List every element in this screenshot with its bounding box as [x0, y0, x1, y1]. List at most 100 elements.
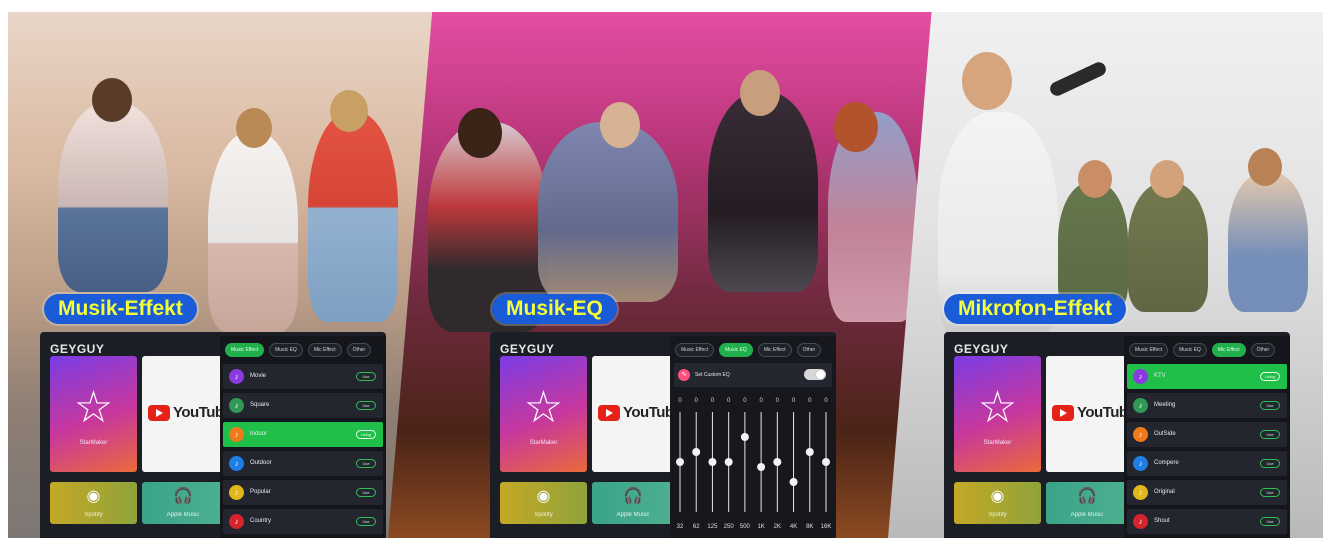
- use-button[interactable]: Use: [1260, 517, 1280, 526]
- list-item[interactable]: ♪ Popular Use: [223, 480, 383, 505]
- item-name: Country: [250, 518, 272, 524]
- list-item[interactable]: ♪ Square Use: [223, 393, 383, 418]
- tab-music-eq[interactable]: Music EQ: [269, 343, 303, 357]
- youtube-tile[interactable]: YouTube: [142, 356, 224, 472]
- spotify-tile[interactable]: ◉ Spotify: [954, 482, 1041, 524]
- tab-music-eq[interactable]: Music EQ: [1173, 343, 1207, 357]
- effect-tabs: Music Effect Music EQ Mic Effect Other: [220, 336, 386, 364]
- eq-slider-knob[interactable]: [789, 478, 798, 486]
- tab-other[interactable]: Other: [346, 343, 372, 357]
- apple-music-tile[interactable]: 🎧 Apple Music: [1046, 482, 1128, 524]
- eq-slider-knob[interactable]: [724, 458, 733, 466]
- starmaker-tile[interactable]: ☆ StarMaker: [500, 356, 587, 472]
- eq-slider-knob[interactable]: [773, 458, 782, 466]
- item-name: Meeting: [1154, 402, 1176, 408]
- use-button[interactable]: Use: [356, 488, 376, 497]
- use-button[interactable]: Use: [356, 459, 376, 468]
- music-note-icon: ♪: [1133, 398, 1148, 413]
- eq-band-value: 0: [695, 398, 699, 404]
- item-name: Movie: [250, 373, 267, 379]
- tab-music-eq[interactable]: Music EQ: [719, 343, 753, 357]
- use-button[interactable]: Use: [1260, 459, 1280, 468]
- panel-music-effect: Musik-Effekt GEYGUY ☆ StarMaker YouTube …: [8, 12, 438, 538]
- singer-head: [962, 52, 1012, 110]
- use-button[interactable]: Use: [356, 401, 376, 410]
- eq-slider-knob[interactable]: [740, 433, 749, 441]
- list-item[interactable]: ♪ Original Use: [1127, 480, 1287, 505]
- spotify-icon: ◉: [86, 488, 101, 505]
- effect-tabs: Music Effect Music EQ Mic Effect Other: [1124, 336, 1290, 364]
- eq-band-value: 0: [678, 398, 682, 404]
- star-icon: ☆: [73, 383, 114, 432]
- use-button[interactable]: Use: [1260, 430, 1280, 439]
- headphones-icon: 🎧: [623, 488, 643, 505]
- apple-music-tile[interactable]: 🎧 Apple Music: [142, 482, 224, 524]
- list-item[interactable]: ♪ Meeting Use: [1127, 393, 1287, 418]
- eq-band-value: 0: [727, 398, 731, 404]
- app-ui-mockup: GEYGUY ☆ StarMaker YouTube ◉ Spotify 🎧 A…: [40, 332, 386, 538]
- tab-music-effect[interactable]: Music Effect: [675, 343, 715, 357]
- eq-band-value: 0: [792, 398, 796, 404]
- effect-sidebar: Music Effect Music EQ Mic Effect Other ♪…: [220, 336, 386, 538]
- eq-slider-knob[interactable]: [822, 458, 830, 466]
- youtube-tile[interactable]: YouTube: [1046, 356, 1128, 472]
- panel-mic-effect: Mikrofon-Effekt GEYGUY ☆ StarMaker YouTu…: [888, 12, 1323, 538]
- music-note-icon: ♪: [1133, 369, 1148, 384]
- list-item[interactable]: ♪ Movie Use: [223, 364, 383, 389]
- use-button[interactable]: Use: [356, 372, 376, 381]
- eq-band-label: 16K: [821, 524, 832, 530]
- friend-3: [1228, 172, 1308, 312]
- starmaker-tile[interactable]: ☆ StarMaker: [954, 356, 1041, 472]
- eq-band-value: 0: [743, 398, 747, 404]
- list-item[interactable]: ♪ Outdoor Use: [223, 451, 383, 476]
- apple-music-tile[interactable]: 🎧 Apple Music: [592, 482, 674, 524]
- star-icon: ☆: [523, 383, 564, 432]
- tab-music-effect[interactable]: Music Effect: [225, 343, 265, 357]
- youtube-tile[interactable]: YouTube: [592, 356, 674, 472]
- spotify-tile[interactable]: ◉ Spotify: [50, 482, 137, 524]
- tab-mic-effect[interactable]: Mic Effect: [757, 343, 792, 357]
- list-item-selected[interactable]: ♪ KTV Using: [1127, 364, 1287, 389]
- panel-music-eq: Musik-EQ GEYGUY ☆ StarMaker YouTube ◉ Sp…: [388, 12, 940, 538]
- music-note-icon: ♪: [229, 427, 244, 442]
- spotify-tile[interactable]: ◉ Spotify: [500, 482, 587, 524]
- use-button[interactable]: Use: [356, 517, 376, 526]
- eq-slider-knob[interactable]: [676, 458, 684, 466]
- use-button[interactable]: Use: [1260, 401, 1280, 410]
- using-button[interactable]: Using: [1260, 372, 1280, 381]
- eq-band-value: 0: [711, 398, 715, 404]
- music-note-icon: ♪: [229, 398, 244, 413]
- eq-slider-knob[interactable]: [757, 463, 766, 471]
- eq-sliders[interactable]: 0 32 0 62 0 125 0 250 0 500 0 1K 0 2K 0 4K 0 8K 0 16K: [670, 392, 836, 538]
- eq-slider-knob[interactable]: [805, 448, 814, 456]
- eq-slider-knob[interactable]: [708, 458, 717, 466]
- eq-sidebar: Music Effect Music EQ Mic Effect Other ∿…: [670, 336, 836, 538]
- using-button[interactable]: Using: [356, 430, 376, 439]
- eq-band-label: 500: [740, 524, 751, 530]
- list-item[interactable]: ♪ Shout Use: [1127, 509, 1287, 534]
- eq-band-label: 125: [707, 524, 718, 530]
- use-button[interactable]: Use: [1260, 488, 1280, 497]
- music-note-icon: ♪: [229, 369, 244, 384]
- eq-band-label: 1K: [757, 524, 764, 530]
- music-note-icon: ♪: [229, 485, 244, 500]
- starmaker-tile[interactable]: ☆ StarMaker: [50, 356, 137, 472]
- friend-2: [1128, 182, 1208, 312]
- apple-music-label: Apple Music: [616, 512, 650, 518]
- spotify-icon: ◉: [536, 488, 551, 505]
- feature-tag: Musik-Effekt: [44, 294, 197, 324]
- tab-music-effect[interactable]: Music Effect: [1129, 343, 1169, 357]
- tab-other[interactable]: Other: [1250, 343, 1276, 357]
- tab-other[interactable]: Other: [796, 343, 822, 357]
- brand-label: GEYGUY: [954, 342, 1009, 356]
- custom-eq-toggle[interactable]: [804, 369, 826, 380]
- list-item[interactable]: ♪ Compere Use: [1127, 451, 1287, 476]
- list-item[interactable]: ♪ OutSide Use: [1127, 422, 1287, 447]
- item-name: OutSide: [1154, 431, 1176, 437]
- tab-mic-effect[interactable]: Mic Effect: [307, 343, 342, 357]
- list-item-selected[interactable]: ♪ Indoor Using: [223, 422, 383, 447]
- custom-eq-row: ∿ Set Custom EQ: [674, 363, 832, 387]
- tab-mic-effect[interactable]: Mic Effect: [1211, 343, 1246, 357]
- list-item[interactable]: ♪ Country Use: [223, 509, 383, 534]
- eq-slider-knob[interactable]: [692, 448, 701, 456]
